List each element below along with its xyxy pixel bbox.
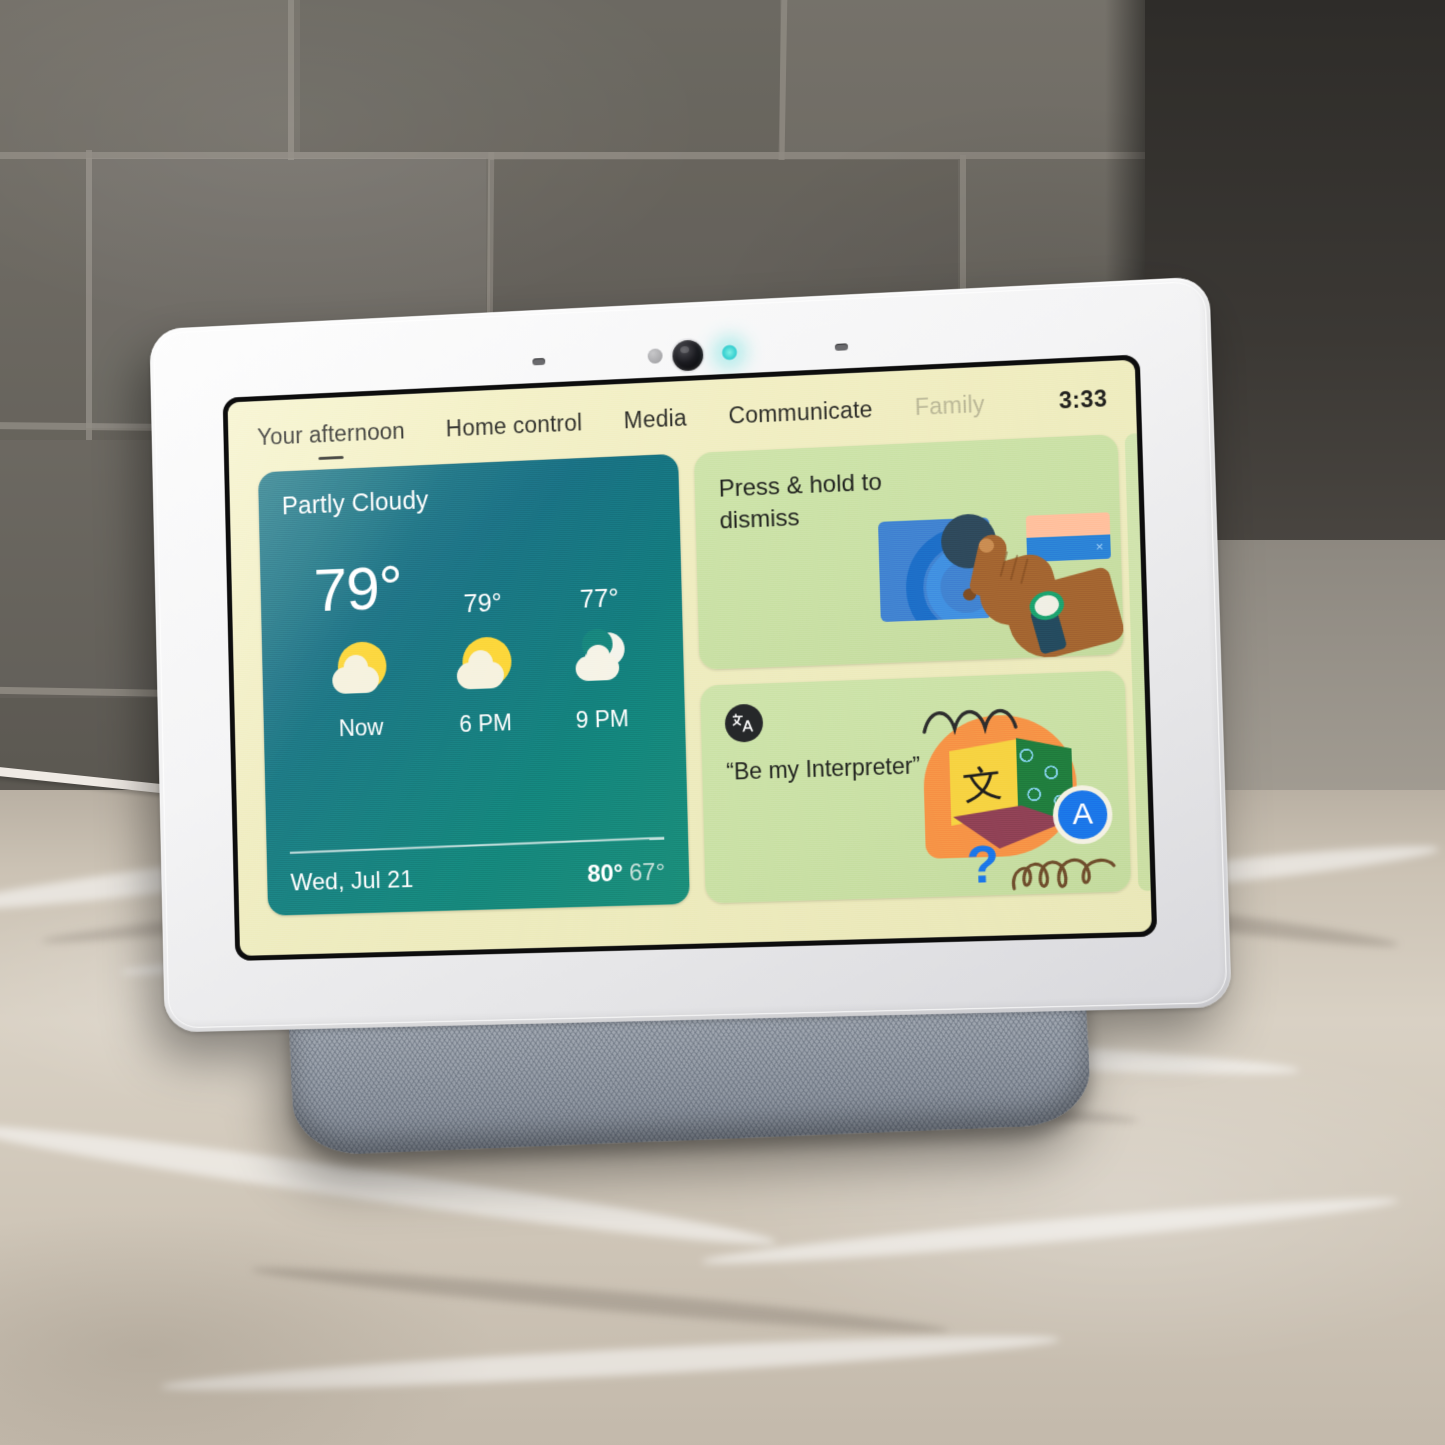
tab-communicate[interactable]: Communicate	[728, 396, 873, 445]
weather-condition: Partly Cloudy	[281, 486, 429, 521]
high-temperature: 80°	[586, 859, 624, 888]
translate-icon	[724, 703, 764, 743]
partly-cloudy-day-icon	[425, 627, 543, 702]
tab-label: Media	[623, 404, 688, 434]
photo-scene: Your afternoon Home control Media Commun…	[0, 0, 1445, 1445]
forecast-label: 6 PM	[459, 709, 513, 737]
partly-cloudy-night-icon	[541, 623, 660, 699]
status-led-icon	[720, 343, 739, 362]
forecast-9pm: 77° 9 PM	[540, 582, 661, 735]
low-temperature: 67°	[628, 858, 666, 887]
device-body: Your afternoon Home control Media Commun…	[149, 276, 1232, 1033]
weather-card[interactable]: Partly Cloudy 79° Now 79° 6 PM 77° 9 PM …	[257, 453, 690, 916]
tab-media[interactable]: Media	[623, 405, 687, 450]
tab-label: Home control	[445, 409, 583, 442]
tab-family[interactable]: Family	[915, 391, 986, 437]
hourly-forecast-row: 79° Now 79° 6 PM 77° 9 PM	[283, 547, 661, 744]
nest-hub-max-device: Your afternoon Home control Media Commun…	[149, 276, 1233, 1157]
card-grid: Partly Cloudy 79° Now 79° 6 PM 77° 9 PM …	[229, 427, 1152, 956]
forecast-label: Now	[338, 713, 384, 742]
partly-cloudy-day-icon	[293, 632, 427, 708]
active-tab-indicator	[318, 455, 345, 460]
language-cube-speech-bubble-illustration: 文 A ?	[905, 693, 1127, 902]
screen-frame: Your afternoon Home control Media Commun…	[222, 354, 1158, 961]
forecast-label: 9 PM	[575, 705, 630, 733]
dismiss-card-title: Press & hold to dismiss	[718, 468, 883, 535]
tab-home-control[interactable]: Home control	[446, 410, 583, 459]
be-my-interpreter-card[interactable]: “Be my Interpreter” 文 A ?	[700, 670, 1132, 904]
forecast-6pm: 79° 6 PM	[424, 587, 544, 739]
forecast-now: 79° Now	[291, 553, 428, 744]
letter-a-badge: A	[1052, 784, 1114, 845]
weather-footer: Wed, Jul 21 80° 67°	[290, 859, 665, 898]
question-mark-icon: ?	[965, 835, 1000, 896]
tab-label: Family	[914, 390, 986, 421]
weather-date: Wed, Jul 21	[290, 866, 414, 897]
forecast-temperature: 77°	[579, 582, 620, 614]
clock: 3:33	[1058, 385, 1108, 414]
microphone-right-icon	[834, 343, 849, 351]
scribble-icon	[1007, 845, 1121, 895]
ambient-light-sensor-icon	[647, 348, 663, 364]
screen: Your afternoon Home control Media Commun…	[227, 359, 1152, 956]
microphone-left-icon	[532, 357, 546, 366]
high-low-temperature: 80° 67°	[587, 859, 666, 889]
press-and-hold-dismiss-card[interactable]: Press & hold to dismiss ×	[693, 434, 1125, 670]
weather-divider	[289, 836, 665, 854]
tab-label: Communicate	[728, 396, 873, 429]
right-card-column: Press & hold to dismiss × “Be my Interpr…	[693, 434, 1133, 945]
forecast-temperature: 79°	[463, 587, 503, 619]
camera-icon	[672, 339, 704, 372]
tab-label: Your afternoon	[256, 417, 406, 451]
current-temperature: 79°	[313, 553, 403, 625]
tab-your-afternoon[interactable]: Your afternoon	[257, 418, 406, 467]
hand-icon	[957, 532, 1125, 667]
